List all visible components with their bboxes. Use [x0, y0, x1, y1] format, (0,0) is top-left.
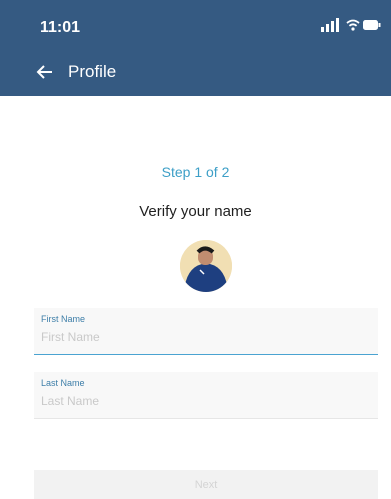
last-name-input[interactable]	[41, 394, 371, 408]
app-header: 11:01 Profile	[0, 0, 391, 96]
status-bar: 11:01	[0, 0, 391, 44]
step-indicator: Step 1 of 2	[161, 164, 230, 180]
last-name-label: Last Name	[41, 378, 85, 388]
page-heading: Verify your name	[139, 203, 252, 220]
first-name-label: First Name	[41, 314, 86, 324]
next-button[interactable]: Next	[34, 470, 378, 499]
status-icons	[321, 18, 381, 34]
battery-icon	[363, 20, 381, 30]
status-time: 11:01	[40, 19, 81, 36]
avatar-photo	[180, 240, 232, 292]
first-name-input[interactable]	[41, 330, 371, 344]
signal-icon	[321, 18, 339, 32]
avatar	[180, 240, 232, 292]
nav-bar: Profile	[0, 56, 391, 92]
page-title: Profile	[68, 62, 117, 81]
wifi-icon	[346, 19, 360, 31]
first-name-field[interactable]: First Name	[34, 308, 378, 355]
last-name-field[interactable]: Last Name	[34, 372, 378, 419]
back-arrow-icon[interactable]	[32, 59, 58, 85]
